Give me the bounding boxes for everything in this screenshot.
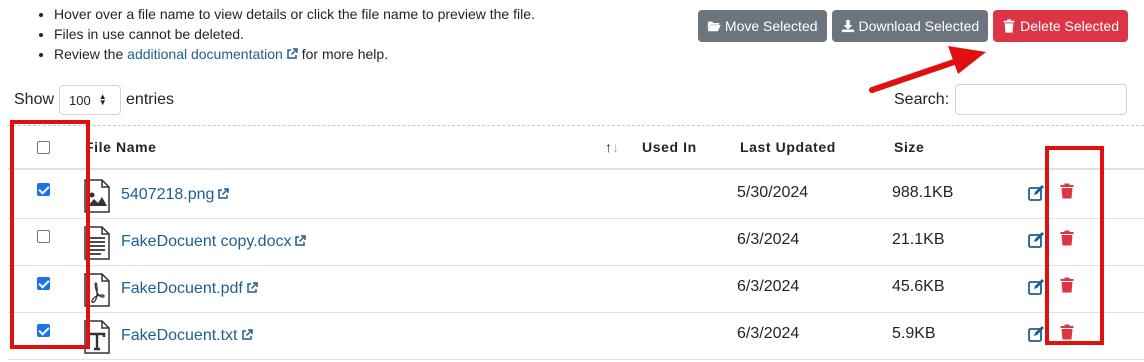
table-row: FakeDocuent.pdf 6/3/2024 45.6KB <box>8 266 1144 313</box>
file-name-link[interactable]: FakeDocuent.txt <box>121 327 253 345</box>
edit-icon[interactable] <box>1028 279 1044 295</box>
edit-icon[interactable] <box>1028 232 1044 248</box>
entries-label: entries <box>126 91 175 108</box>
header-last-updated[interactable]: Last Updated <box>740 139 836 155</box>
annotation-box-checkboxes <box>10 120 90 349</box>
header-file-name[interactable]: File Name <box>85 139 157 155</box>
header-size[interactable]: Size <box>894 139 924 155</box>
last-updated-cell: 6/3/2024 <box>737 231 800 248</box>
external-link-icon <box>241 329 253 340</box>
table-row: FakeDocuent copy.docx 6/3/2024 21.1KB <box>8 219 1144 266</box>
sort-arrows-icon[interactable]: ↑↓ <box>605 139 619 155</box>
search-control: Search: <box>894 84 1128 115</box>
size-cell: 21.1KB <box>892 231 945 248</box>
entries-value: 100 <box>69 92 91 108</box>
annotation-box-delete-icons <box>1045 146 1104 345</box>
file-name-text: FakeDocuent copy.docx <box>121 233 292 250</box>
search-label: Search: <box>894 90 950 108</box>
show-label: Show <box>14 91 55 108</box>
entries-select[interactable]: 100 ▲ ▼ <box>59 85 122 115</box>
edit-icon[interactable] <box>1028 185 1044 201</box>
file-name-text: FakeDocuent.txt <box>121 327 238 344</box>
table-row: FakeDocuent.txt 6/3/2024 5.9KB <box>8 313 1144 360</box>
file-name-text: FakeDocuent.pdf <box>121 280 243 297</box>
file-name-link[interactable]: FakeDocuent.pdf <box>121 280 258 298</box>
search-input[interactable] <box>955 84 1128 115</box>
size-cell: 45.6KB <box>892 278 945 295</box>
edit-icon[interactable] <box>1028 326 1044 342</box>
external-link-icon <box>295 235 307 246</box>
table-header: File Name ↑↓ Used In Last Updated Size <box>8 126 1144 170</box>
file-name-link[interactable]: 5407218.png <box>121 186 230 204</box>
select-arrows-icon: ▲ ▼ <box>98 92 107 107</box>
file-name-text: 5407218.png <box>121 186 215 203</box>
external-link-icon <box>218 188 230 199</box>
last-updated-cell: 6/3/2024 <box>737 278 800 295</box>
table-row: 5407218.png 5/30/2024 988.1KB <box>8 172 1144 219</box>
size-cell: 5.9KB <box>892 325 936 342</box>
file-name-link[interactable]: FakeDocuent copy.docx <box>121 233 307 251</box>
header-used-in[interactable]: Used In <box>642 139 697 155</box>
last-updated-cell: 6/3/2024 <box>737 325 800 342</box>
last-updated-cell: 5/30/2024 <box>737 184 809 201</box>
entries-length-control: Show 100 ▲ ▼ entries <box>14 85 174 115</box>
size-cell: 988.1KB <box>892 184 954 201</box>
external-link-icon <box>247 282 258 293</box>
